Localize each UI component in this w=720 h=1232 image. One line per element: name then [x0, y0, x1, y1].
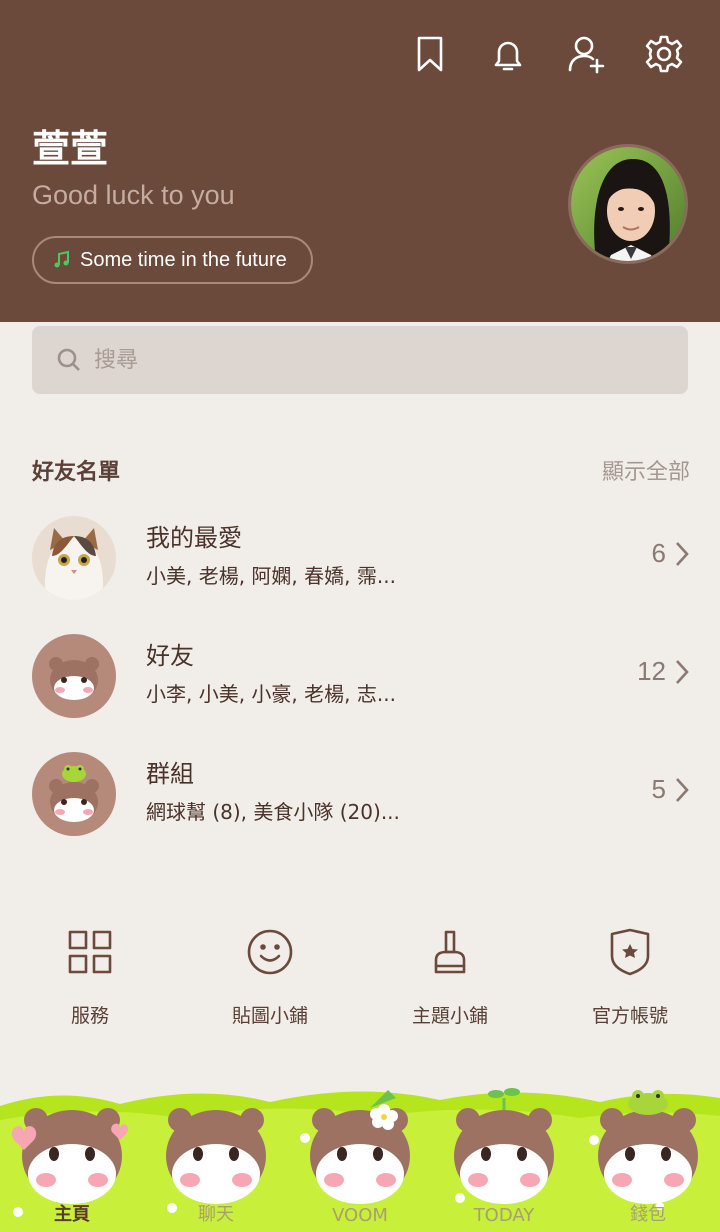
bookmark-icon[interactable]	[410, 34, 450, 74]
status-message[interactable]: Good luck to you	[32, 180, 235, 211]
groups-thumbnail	[32, 752, 116, 836]
list-item-title: 我的最愛	[146, 524, 242, 552]
favorites-thumbnail	[32, 516, 116, 600]
list-item-title: 好友	[146, 642, 194, 670]
profile-music-button[interactable]: Some time in the future	[32, 236, 313, 284]
official-accounts-button[interactable]: 官方帳號	[540, 926, 720, 1028]
list-item-subtitle: 小李, 小美, 小豪, 老楊, 志...	[146, 682, 396, 706]
list-item-title: 群組	[146, 760, 194, 788]
list-item-friends[interactable]: 好友 小李, 小美, 小豪, 老楊, 志... 12	[0, 626, 720, 726]
theme-shop-label: 主題小鋪	[411, 1005, 488, 1027]
list-item-count: 5	[651, 774, 666, 804]
list-item-count: 12	[637, 656, 666, 686]
gear-icon[interactable]	[644, 34, 684, 74]
tab-voom[interactable]: VOOM	[288, 1205, 432, 1226]
avatar[interactable]	[568, 144, 688, 264]
grid-icon	[68, 930, 112, 974]
list-item-subtitle: 網球幫 (8), 美食小隊 (20)...	[146, 800, 400, 824]
bottom-tab-bar: 主頁 聊天 VOOM TODAY 錢包	[0, 1080, 720, 1232]
list-item-subtitle: 小美, 老楊, 阿嫻, 春嬌, 霈...	[146, 564, 396, 588]
chevron-right-icon	[674, 776, 690, 804]
chevron-right-icon	[674, 540, 690, 568]
tab-today[interactable]: TODAY	[432, 1205, 576, 1226]
smiley-icon	[247, 929, 293, 975]
friends-section-title: 好友名單	[32, 460, 121, 485]
service-button[interactable]: 服務	[0, 926, 180, 1028]
tab-wallet[interactable]: 錢包	[576, 1200, 720, 1226]
music-note-icon	[54, 250, 69, 268]
sticker-shop-button[interactable]: 貼圖小鋪	[180, 926, 360, 1028]
tab-home[interactable]: 主頁	[0, 1200, 144, 1226]
brush-icon	[434, 930, 466, 974]
add-friend-icon[interactable]	[566, 34, 606, 74]
bell-icon[interactable]	[488, 34, 528, 74]
list-item-favorites[interactable]: 我的最愛 小美, 老楊, 阿嫻, 春嬌, 霈... 6	[0, 508, 720, 608]
service-label: 服務	[70, 1005, 109, 1027]
search-input[interactable]	[94, 347, 654, 373]
friends-thumbnail	[32, 634, 116, 718]
official-accounts-label: 官方帳號	[591, 1005, 668, 1027]
profile-header: 萱萱 Good luck to you Some time in the fut…	[0, 0, 720, 322]
tab-chats[interactable]: 聊天	[144, 1200, 288, 1226]
profile-music-label: Some time in the future	[80, 248, 287, 271]
sticker-shop-label: 貼圖小鋪	[231, 1005, 308, 1027]
list-item-count: 6	[651, 538, 666, 568]
theme-shop-button[interactable]: 主題小鋪	[360, 926, 540, 1028]
profile-name[interactable]: 萱萱	[32, 118, 108, 173]
search-icon	[57, 348, 80, 371]
chevron-right-icon	[674, 658, 690, 686]
list-item-groups[interactable]: 群組 網球幫 (8), 美食小隊 (20)... 5	[0, 744, 720, 844]
search-bar[interactable]	[32, 326, 688, 394]
header-toolbar	[410, 34, 684, 74]
shield-star-icon	[610, 928, 650, 976]
show-all-link[interactable]: 顯示全部	[602, 454, 690, 486]
